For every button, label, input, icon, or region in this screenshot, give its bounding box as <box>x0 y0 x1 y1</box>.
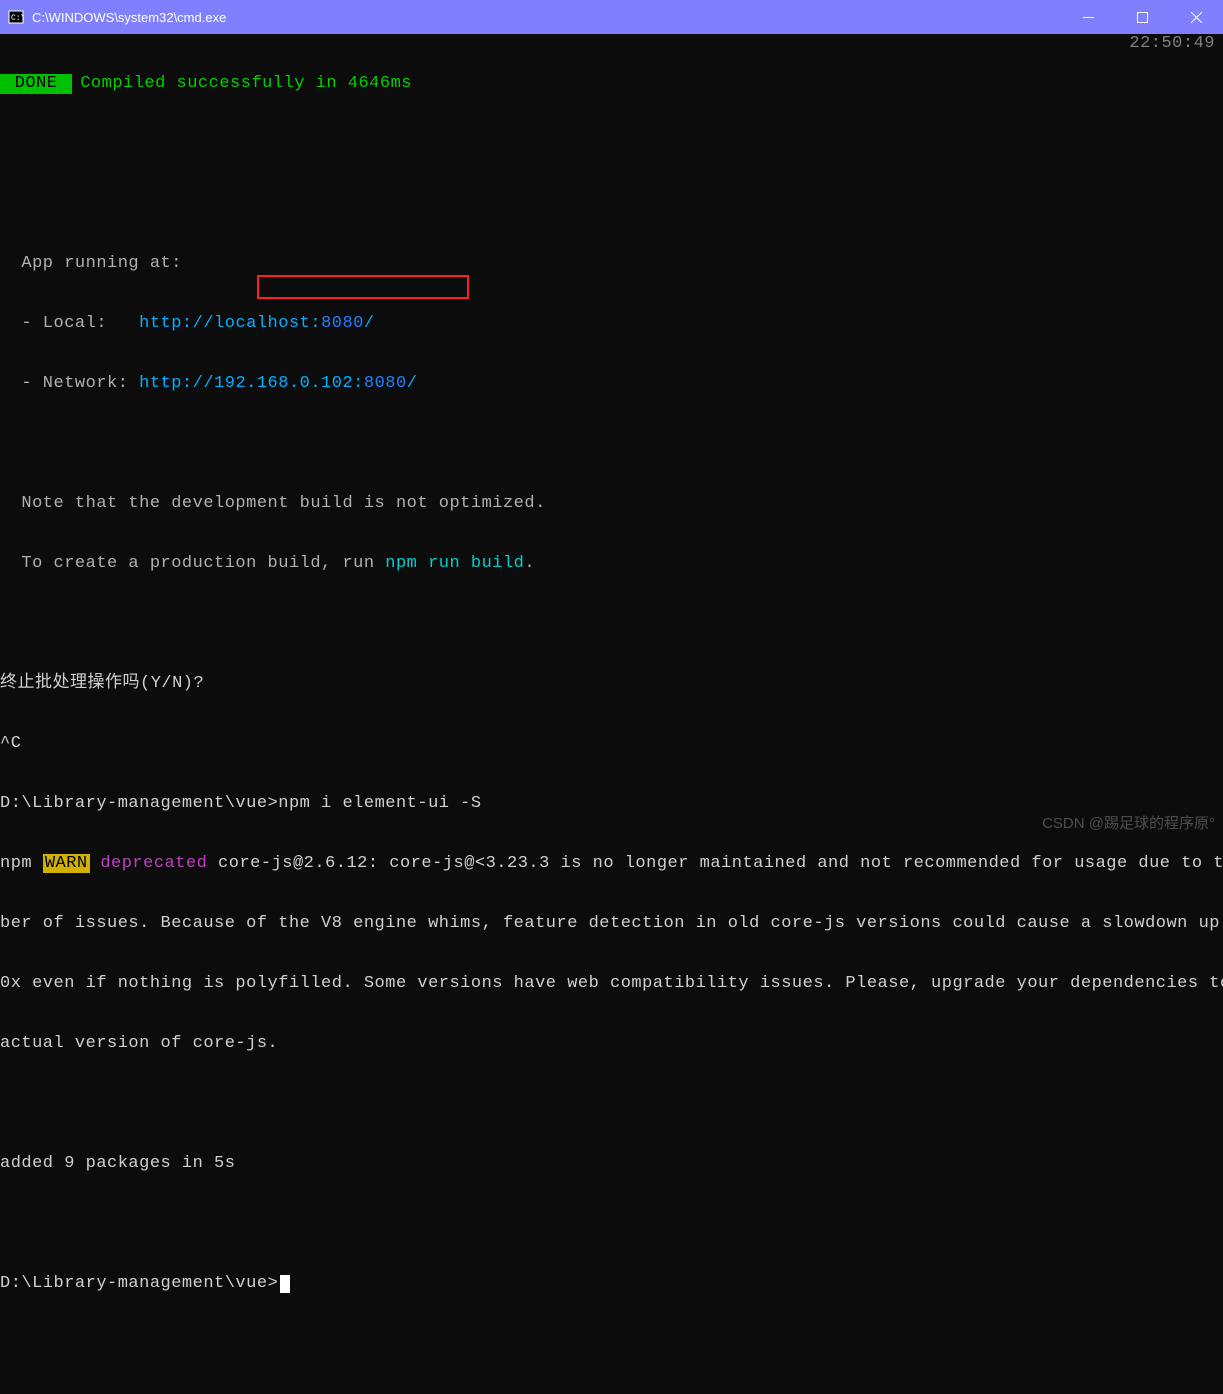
done-badge: DONE <box>0 74 72 94</box>
network-url-line: - Network: http://192.168.0.102:8080/ <box>0 374 1223 394</box>
note2-suffix: . <box>524 554 535 573</box>
blank-line <box>0 1214 1223 1234</box>
warn-msg-4: actual version of core-js. <box>0 1034 1223 1054</box>
warn-msg-1: core-js@2.6.12: core-js@<3.23.3 is no lo… <box>207 854 1223 873</box>
note2-cmd: npm run build <box>385 554 524 573</box>
maximize-button[interactable] <box>1115 0 1169 34</box>
current-prompt-line[interactable]: D:\Library-management\vue> <box>0 1274 1223 1294</box>
annotation-highlight-box <box>257 275 469 299</box>
typed-command: npm i element-ui -S <box>278 794 481 813</box>
build-note-2: To create a production build, run npm ru… <box>0 554 1223 574</box>
note2-prefix: To create a production build, run <box>0 554 385 573</box>
svg-text:C:\: C:\ <box>11 14 24 23</box>
watermark: CSDN @踢足球的程序原° <box>1042 814 1215 834</box>
command-line-1: D:\Library-management\vue>npm i element-… <box>0 794 1223 814</box>
terminate-prompt: 终止批处理操作吗(Y/N)? <box>0 674 1223 694</box>
ctrl-c: ^C <box>0 734 1223 754</box>
warn-msg-3: 0x even if nothing is polyfilled. Some v… <box>0 974 1223 994</box>
status-line: DONE Compiled successfully in 4646ms 22:… <box>0 74 1223 94</box>
blank-line <box>0 1094 1223 1114</box>
window-titlebar: C:\ C:\WINDOWS\system32\cmd.exe <box>0 0 1223 34</box>
close-button[interactable] <box>1169 0 1223 34</box>
warn-msg-2: ber of issues. Because of the V8 engine … <box>0 914 1223 934</box>
added-packages: added 9 packages in 5s <box>0 1154 1223 1174</box>
network-url: http://192.168.0.102: <box>139 374 364 393</box>
blank-line <box>0 434 1223 454</box>
window-controls <box>1061 0 1223 34</box>
network-slash: / <box>407 374 418 393</box>
npm-prefix: npm <box>0 854 43 873</box>
terminal-viewport[interactable]: DONE Compiled successfully in 4646ms 22:… <box>0 34 1223 840</box>
blank-line <box>0 614 1223 634</box>
compile-timestamp: 22:50:49 <box>1129 34 1215 54</box>
local-label: - Local: <box>0 314 139 333</box>
local-url: http://localhost: <box>139 314 321 333</box>
build-note-1: Note that the development build is not o… <box>0 494 1223 514</box>
cursor <box>280 1275 290 1293</box>
network-port: 8080 <box>364 374 407 393</box>
blank-line <box>0 194 1223 214</box>
local-slash: / <box>364 314 375 333</box>
local-port: 8080 <box>321 314 364 333</box>
warn-badge: WARN <box>43 854 90 873</box>
sp <box>90 854 101 873</box>
blank-line <box>0 134 1223 154</box>
app-running-label: App running at: <box>0 254 1223 274</box>
network-label: - Network: <box>0 374 139 393</box>
local-url-line: - Local: http://localhost:8080/ <box>0 314 1223 334</box>
minimize-button[interactable] <box>1061 0 1115 34</box>
deprecated-label: deprecated <box>100 854 207 873</box>
done-message: Compiled successfully in 4646ms <box>80 74 412 94</box>
cwd-prompt-2: D:\Library-management\vue> <box>0 1274 278 1293</box>
npm-warn-line-1: npm WARN deprecated core-js@2.6.12: core… <box>0 854 1223 874</box>
cmd-icon: C:\ <box>8 9 24 25</box>
window-title: C:\WINDOWS\system32\cmd.exe <box>32 10 1061 25</box>
cwd-prompt: D:\Library-management\vue> <box>0 794 278 813</box>
